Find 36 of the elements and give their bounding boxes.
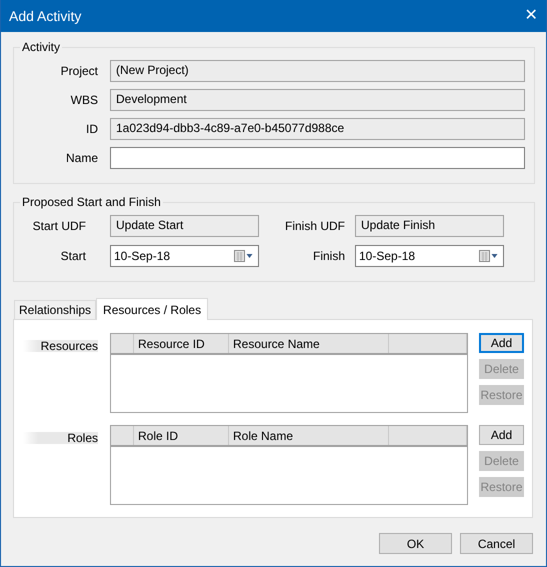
date-value: 10-Sep-18 bbox=[359, 248, 416, 265]
read-only-field: (New Project) bbox=[110, 60, 525, 82]
close-button[interactable]: ✕ bbox=[516, 0, 546, 32]
section-label: Resources bbox=[23, 340, 98, 352]
read-only-field: Update Finish bbox=[355, 215, 504, 237]
date-picker[interactable]: 10-Sep-18 bbox=[110, 245, 259, 267]
column-header: Role ID bbox=[134, 426, 229, 445]
field-label: Start UDF bbox=[32, 218, 87, 235]
tab[interactable]: Relationships bbox=[14, 300, 96, 319]
read-only-field: 1a023d94-dbb3-4c89-a7e0-b45077d988ce bbox=[110, 118, 525, 140]
section-label: Roles bbox=[23, 432, 98, 444]
column-header: Resource ID bbox=[134, 334, 229, 353]
column-header: Role Name bbox=[229, 426, 389, 445]
group-label: Proposed Start and Finish bbox=[21, 195, 162, 209]
field-label: WBS bbox=[70, 92, 98, 109]
calendar-dropdown-icon[interactable] bbox=[234, 250, 254, 262]
field-label: ID bbox=[85, 121, 98, 138]
field-label: Finish bbox=[312, 248, 346, 265]
date-picker[interactable]: 10-Sep-18 bbox=[355, 245, 504, 267]
read-only-field: Update Start bbox=[110, 215, 259, 237]
add-button[interactable]: Add bbox=[479, 333, 524, 353]
column-header: Resource Name bbox=[229, 334, 389, 353]
add-button[interactable]: Add bbox=[479, 425, 524, 445]
calendar-dropdown-icon[interactable] bbox=[479, 250, 499, 262]
text-field[interactable] bbox=[110, 147, 525, 169]
ok-button[interactable]: OK bbox=[379, 533, 452, 554]
field-label: Project bbox=[60, 63, 98, 80]
read-only-field: Development bbox=[110, 89, 525, 111]
field-label: Name bbox=[64, 150, 98, 167]
window-title: Add Activity bbox=[9, 6, 82, 26]
date-value: 10-Sep-18 bbox=[114, 248, 170, 265]
cancel-button[interactable]: Cancel bbox=[460, 533, 533, 554]
field-label: Start bbox=[60, 248, 87, 265]
field-label: Finish UDF bbox=[284, 218, 346, 235]
tab[interactable]: Resources / Roles bbox=[96, 298, 208, 320]
group-label: Activity bbox=[21, 40, 62, 54]
